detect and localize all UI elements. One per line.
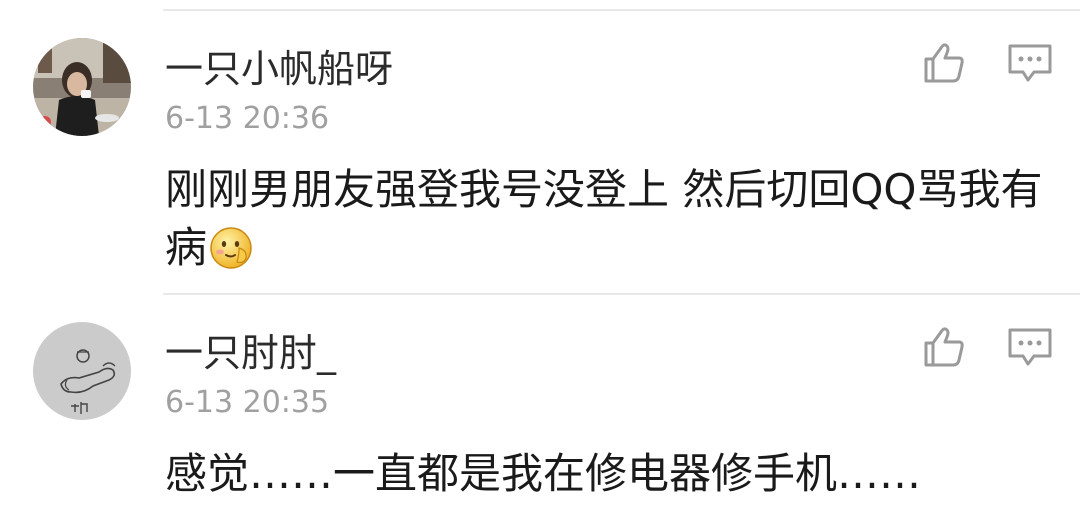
user-avatar[interactable] — [33, 38, 131, 136]
comment-text: 感觉……一直都是我在修电器修手机…… — [165, 445, 1065, 503]
comment-bubble-icon — [1008, 44, 1052, 82]
shy-smile-emoji-icon — [209, 226, 253, 285]
avatar-photo — [33, 38, 131, 136]
username[interactable]: 一只小帆船呀 — [165, 47, 393, 91]
timestamp: 6-13 20:36 — [165, 101, 330, 136]
comment-bubble-icon — [1008, 328, 1052, 366]
like-button[interactable] — [920, 322, 968, 370]
comment-body: 感觉……一直都是我在修电器修手机…… — [165, 449, 922, 498]
username[interactable]: 一只肘肘_ — [165, 331, 336, 375]
comment-body: 刚刚男朋友强登我号没登上 然后切回QQ骂我有病 — [165, 165, 1043, 272]
avatar-drawing — [33, 322, 131, 420]
comment-text: 刚刚男朋友强登我号没登上 然后切回QQ骂我有病 — [165, 161, 1065, 285]
thumbs-up-icon — [924, 43, 964, 83]
timestamp: 6-13 20:35 — [165, 385, 330, 420]
like-button[interactable] — [920, 38, 968, 86]
reply-button[interactable] — [1006, 325, 1054, 369]
comment-item: 一只小帆船呀 6-13 20:36 刚刚男朋友强登我号没登上 然后切回QQ骂我有… — [0, 11, 1080, 295]
reply-button[interactable] — [1006, 41, 1054, 85]
thumbs-up-icon — [924, 327, 964, 367]
comment-item: 一只肘肘_ 6-13 20:35 感觉……一直都是我在修电器修手机…… — [0, 295, 1080, 510]
user-avatar[interactable] — [33, 322, 131, 420]
